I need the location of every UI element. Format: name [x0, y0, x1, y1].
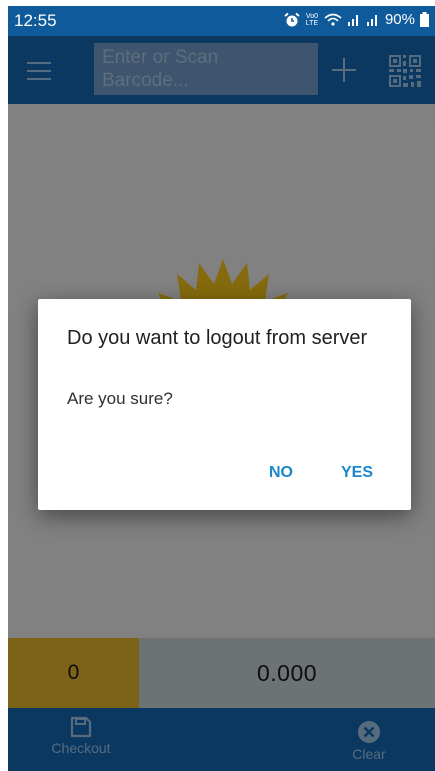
status-bar: 12:55 Vo0 LTE 90%	[8, 6, 435, 36]
battery-percent: 90%	[384, 11, 415, 28]
dialog-title: Do you want to logout from server	[67, 327, 368, 349]
dialog-message: Are you sure?	[67, 389, 173, 408]
signal-icon	[347, 14, 358, 26]
volte-badge: Vo0 LTE	[305, 12, 319, 27]
no-button[interactable]: NO	[269, 464, 293, 482]
logout-confirm-dialog: Do you want to logout from server Are yo…	[38, 299, 411, 510]
alarm-icon	[284, 12, 300, 26]
status-icons: Vo0 LTE 90%	[284, 11, 429, 28]
battery-icon	[420, 12, 429, 27]
signal-icon-2	[366, 14, 377, 26]
status-time: 12:55	[14, 11, 57, 30]
yes-button[interactable]: YES	[341, 464, 373, 482]
wifi-icon	[324, 13, 342, 26]
